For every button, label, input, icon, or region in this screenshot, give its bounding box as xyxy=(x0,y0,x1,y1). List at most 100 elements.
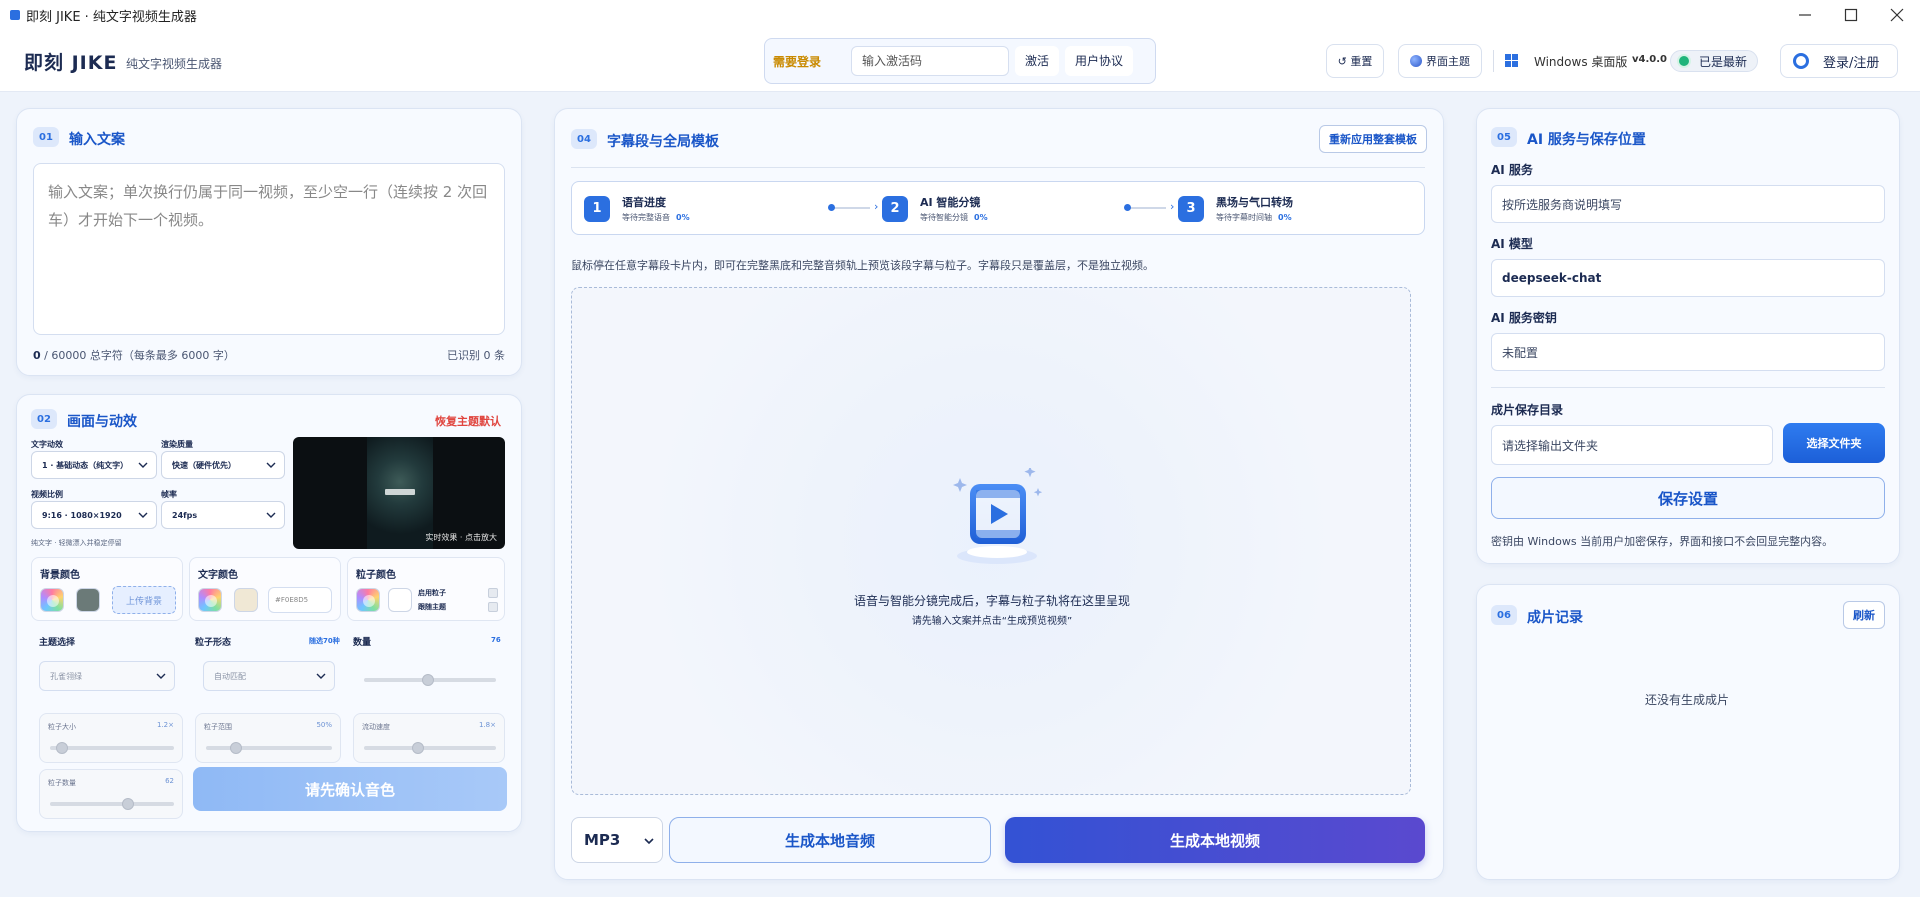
audio-format-select[interactable]: MP3 xyxy=(571,817,663,863)
login-register-button[interactable]: 登录/注册 xyxy=(1780,44,1898,78)
preview-hover-tip: 鼠标停在任意字幕段卡片内，即可在完整黑底和完整音频轨上预览该段字幕与粒子。字幕段… xyxy=(571,259,1154,272)
particle-range-slider[interactable]: 粒子范围 50% xyxy=(195,713,341,763)
step-number: 2 xyxy=(882,195,908,222)
step-badge-04: 04 xyxy=(571,129,597,149)
brand-subtitle: 纯文字视频生成器 xyxy=(126,57,223,71)
theme-select[interactable]: 孔雀翎绿 xyxy=(39,661,175,691)
save-settings-button[interactable]: 保存设置 xyxy=(1491,477,1885,519)
theme-select-value: 孔雀翎绿 xyxy=(50,671,82,681)
chevron-down-icon xyxy=(644,838,654,845)
live-preview[interactable]: 实时效果 · 点击放大 xyxy=(293,437,505,549)
progress-step-voice: 1 语音进度 等待完整语音 0% xyxy=(584,194,690,223)
preview-artwork xyxy=(367,437,433,549)
step-sub: 等待智能分镜 xyxy=(920,213,968,222)
ai-service-input[interactable]: 按所选服务商说明填写 xyxy=(1491,185,1885,223)
flow-speed-value: 1.8× xyxy=(479,721,496,729)
animation-hint: 纯文字 · 轻微漂入并稳定停留 xyxy=(31,539,122,547)
char-count-number: 0 xyxy=(33,349,41,362)
script-textarea[interactable]: 输入文案；单次换行仍属于同一视频，至少空一行（连续按 2 次回车）才开始下一个视… xyxy=(33,163,505,335)
enable-particles-checkbox[interactable] xyxy=(488,588,498,598)
slider-thumb[interactable] xyxy=(122,798,134,810)
slider-thumb[interactable] xyxy=(422,674,434,686)
step-badge-05: 05 xyxy=(1491,127,1517,147)
recognized-count: 已识别 0 条 xyxy=(447,349,505,362)
minimize-button[interactable] xyxy=(1782,0,1828,30)
text-color-label: 文字颜色 xyxy=(198,570,238,581)
particle-density-label: 粒子数量 xyxy=(48,779,76,787)
theme-button[interactable]: 界面主题 xyxy=(1398,44,1482,78)
char-count: 0 / 60000 总字符（每条最多 6000 字） xyxy=(33,347,235,363)
follow-theme-checkbox[interactable] xyxy=(488,602,498,612)
generate-audio-button[interactable]: 生成本地音频 xyxy=(669,817,991,863)
flow-speed-label: 流动速度 xyxy=(362,723,390,731)
particle-shape-select[interactable]: 自动匹配 xyxy=(203,661,335,691)
refresh-button[interactable]: 刷新 xyxy=(1843,601,1885,629)
ai-key-input[interactable]: 未配置 xyxy=(1491,333,1885,371)
particle-size-label: 粒子大小 xyxy=(48,723,76,731)
particle-color-swatch[interactable] xyxy=(388,588,412,612)
reapply-template-button[interactable]: 重新应用整套模板 xyxy=(1319,125,1427,153)
bg-color-swatch[interactable] xyxy=(76,588,100,612)
bg-color-picker-icon[interactable] xyxy=(40,588,64,612)
particle-size-value: 1.2× xyxy=(157,721,174,729)
output-dir-input[interactable]: 请选择输出文件夹 xyxy=(1491,425,1773,465)
progress-step-transition: 3 黑场与气口转场 等待字幕时间轴 0% xyxy=(1178,194,1293,223)
close-icon xyxy=(1890,8,1904,22)
step-sub: 等待字幕时间轴 xyxy=(1216,213,1272,222)
close-window-button[interactable] xyxy=(1874,0,1920,30)
restore-theme-default-button[interactable]: 恢复主题默认 xyxy=(435,413,501,429)
audio-format-value: MP3 xyxy=(584,831,621,849)
slider-thumb[interactable] xyxy=(56,742,68,754)
confirm-voice-button[interactable]: 请先确认音色 xyxy=(193,767,507,811)
chevron-down-icon xyxy=(266,462,276,468)
upload-background-button[interactable]: 上传背景 xyxy=(112,586,176,614)
empty-history-note: 还没有生成成片 xyxy=(1644,693,1729,707)
render-quality-select[interactable]: 快速（硬件优先） xyxy=(161,451,285,479)
particle-count-slider[interactable] xyxy=(353,657,505,697)
slider-thumb[interactable] xyxy=(412,742,424,754)
card-title-visual-effects: 画面与动效 xyxy=(67,414,137,430)
card-input-text: 01 输入文案 输入文案；单次换行仍属于同一视频，至少空一行（连续按 2 次回车… xyxy=(16,108,522,376)
flow-speed-slider[interactable]: 流动速度 1.8× xyxy=(353,713,505,763)
text-animation-select[interactable]: 1 · 基础动态（纯文字） xyxy=(31,451,157,479)
text-color-swatch[interactable] xyxy=(234,588,258,612)
reset-button[interactable]: ↺ 重置 xyxy=(1326,44,1384,78)
card-title-ai-service: AI 服务与保存位置 xyxy=(1527,132,1646,148)
fps-select[interactable]: 24fps xyxy=(161,501,285,529)
chevron-down-icon xyxy=(266,512,276,518)
particle-color-panel: 粒子颜色 启用粒子 跟随主题 xyxy=(347,557,505,621)
login-required-label: 需要登录 xyxy=(773,54,822,69)
activation-code-input[interactable] xyxy=(851,46,1009,76)
step-percent: 0% xyxy=(1278,213,1292,222)
enable-particles-label: 启用粒子 xyxy=(418,589,446,597)
char-count-rest: / 60000 总字符（每条最多 6000 字） xyxy=(40,349,235,362)
empty-state-subtitle: 请先输入文案并点击“生成预览视频” xyxy=(911,616,1073,627)
particle-size-slider[interactable]: 粒子大小 1.2× xyxy=(39,713,183,763)
video-ratio-select[interactable]: 9:16 · 1080×1920 xyxy=(31,501,157,529)
text-color-picker-icon[interactable] xyxy=(198,588,222,612)
theme-icon xyxy=(1410,55,1422,67)
particle-color-label: 粒子颜色 xyxy=(356,570,396,581)
render-quality-value: 快速（硬件优先） xyxy=(172,460,236,470)
window-controls xyxy=(1782,0,1920,30)
subtitle-track-area[interactable]: 语音与智能分镜完成后，字幕与粒子轨将在这里呈现 请先输入文案并点击“生成预览视频… xyxy=(571,287,1411,795)
choose-folder-button[interactable]: 选择文件夹 xyxy=(1783,423,1885,463)
card-title-input-text: 输入文案 xyxy=(69,132,125,148)
ai-model-input[interactable]: deepseek-chat xyxy=(1491,259,1885,297)
particle-count-value: 76 xyxy=(491,636,501,644)
generate-video-button[interactable]: 生成本地视频 xyxy=(1005,817,1425,863)
user-agreement-link[interactable]: 用户协议 xyxy=(1065,46,1134,76)
text-color-hex-input[interactable]: #F0E8D5 xyxy=(268,587,332,613)
video-play-icon xyxy=(953,468,1042,564)
particle-density-slider[interactable]: 粒子数量 62 xyxy=(39,769,183,819)
activate-button[interactable]: 激活 xyxy=(1015,46,1060,76)
particle-range-value: 50% xyxy=(316,721,332,729)
particle-color-picker-icon[interactable] xyxy=(356,588,380,612)
maximize-button[interactable] xyxy=(1828,0,1874,30)
progress-connector xyxy=(828,204,870,211)
preview-caption: 实时效果 · 点击放大 xyxy=(425,533,497,542)
output-dir-label: 成片保存目录 xyxy=(1491,403,1564,417)
card-ai-service: 05 AI 服务与保存位置 AI 服务 按所选服务商说明填写 AI 模型 dee… xyxy=(1476,108,1900,564)
chevron-down-icon xyxy=(138,512,148,518)
slider-thumb[interactable] xyxy=(230,742,242,754)
